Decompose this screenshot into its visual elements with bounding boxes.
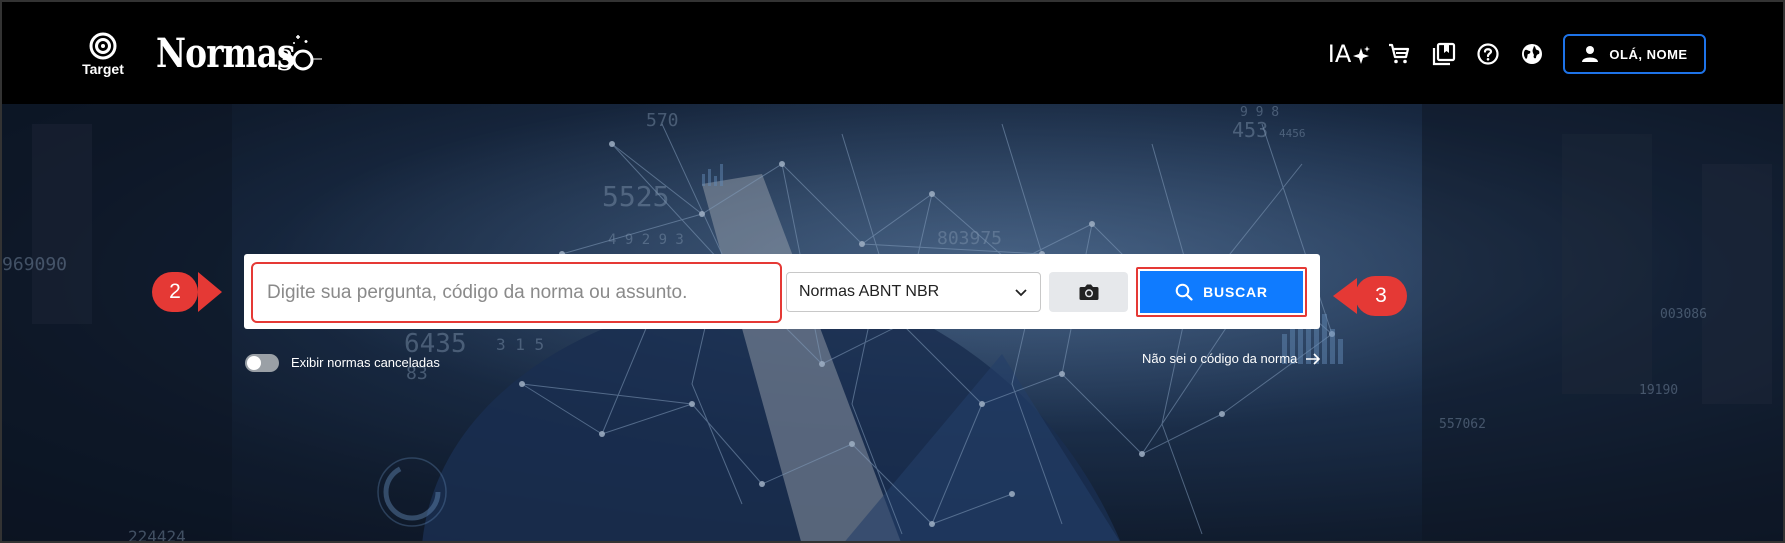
camera-icon bbox=[1079, 284, 1098, 300]
search-input-highlight bbox=[251, 262, 782, 323]
dont-know-code-link[interactable]: Não sei o código da norma bbox=[1142, 351, 1321, 366]
target-logo[interactable]: Target bbox=[78, 32, 128, 77]
library-icon bbox=[1432, 42, 1456, 66]
cart-icon bbox=[1389, 43, 1410, 64]
callout-number: 2 bbox=[169, 280, 181, 303]
search-input[interactable] bbox=[261, 270, 771, 315]
chevron-down-icon bbox=[1015, 289, 1027, 297]
search-panel: Normas ABNT NBR BUSCAR bbox=[244, 254, 1320, 329]
target-logo-icon bbox=[89, 32, 117, 60]
language-button[interactable] bbox=[1516, 34, 1548, 74]
annotation-callout-3: 3 bbox=[1333, 276, 1407, 316]
collection-select[interactable]: Normas ABNT NBR bbox=[786, 272, 1041, 312]
collection-select-value: Normas ABNT NBR bbox=[799, 283, 940, 300]
ai-button[interactable]: IA bbox=[1327, 34, 1371, 74]
search-button[interactable]: BUSCAR bbox=[1140, 271, 1303, 313]
anniversary-text: 3 bbox=[276, 44, 294, 74]
globe-icon bbox=[1522, 44, 1542, 64]
target-logo-text: Target bbox=[82, 61, 124, 77]
show-cancelled-label: Exibir normas canceladas bbox=[291, 355, 440, 370]
annotation-callout-2: 2 bbox=[152, 272, 222, 312]
help-circle-icon bbox=[1477, 43, 1499, 65]
help-button[interactable] bbox=[1472, 34, 1504, 74]
ai-label: IA bbox=[1327, 40, 1352, 68]
image-search-button[interactable] bbox=[1049, 272, 1128, 312]
app-frame: Target Normas 3 IA OLÁ, NOME 570 9 9 8 4… bbox=[0, 0, 1785, 543]
library-button[interactable] bbox=[1428, 34, 1460, 74]
arrow-right-icon bbox=[1306, 352, 1321, 365]
dont-know-code-label: Não sei o código da norma bbox=[1142, 351, 1298, 366]
show-cancelled-toggle[interactable] bbox=[245, 354, 279, 372]
search-icon bbox=[1175, 283, 1193, 301]
search-button-label: BUSCAR bbox=[1203, 284, 1268, 300]
top-header: Target Normas 3 IA OLÁ, NOME bbox=[2, 2, 1783, 104]
anniversary-logo: 3 bbox=[276, 32, 322, 79]
toggle-knob bbox=[247, 356, 261, 370]
cart-button[interactable] bbox=[1383, 34, 1415, 74]
user-account-button[interactable]: OLÁ, NOME bbox=[1563, 34, 1706, 74]
user-button-label: OLÁ, NOME bbox=[1609, 46, 1688, 62]
user-icon bbox=[1582, 46, 1599, 62]
callout-number: 3 bbox=[1375, 284, 1387, 307]
normas-logo[interactable]: Normas bbox=[156, 30, 295, 77]
ai-sparkle-icon bbox=[1353, 46, 1371, 64]
